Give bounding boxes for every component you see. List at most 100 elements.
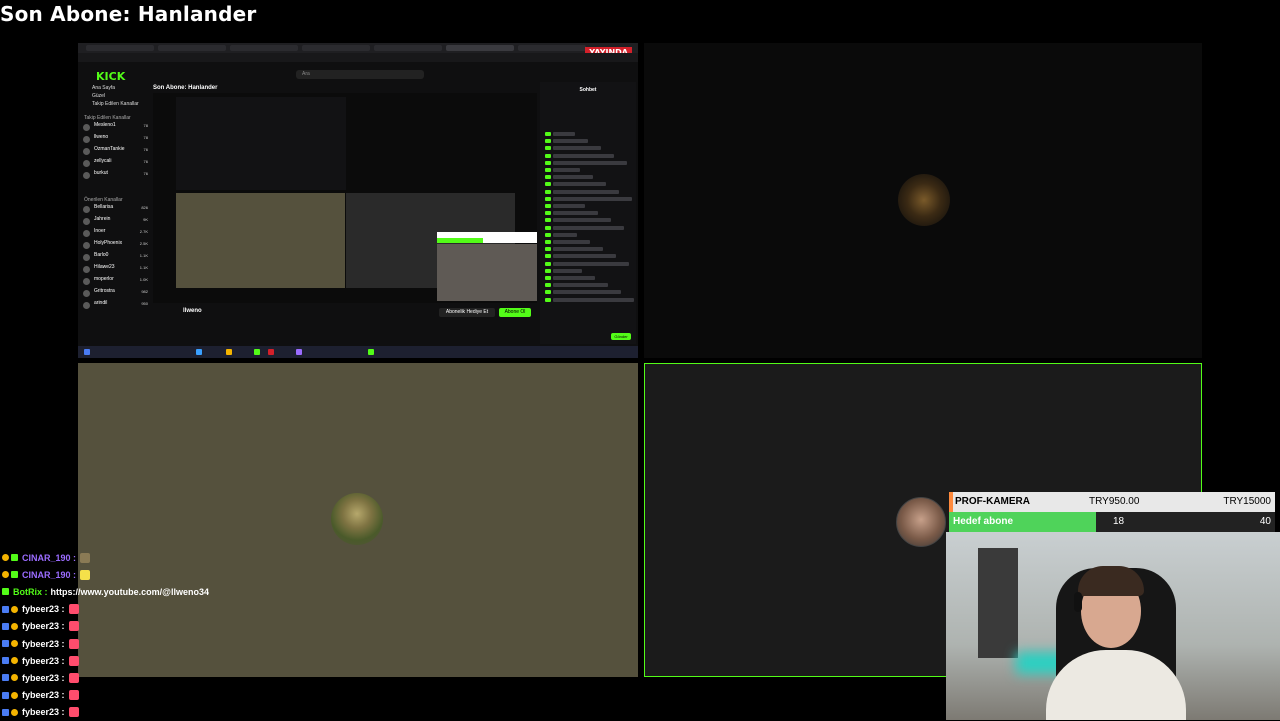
- donation-goal-label: PROF-KAMERA: [955, 496, 1030, 507]
- sidebar-item-following[interactable]: Takip Edilen Kanallar: [80, 100, 150, 108]
- channel-viewers: 76: [143, 147, 148, 152]
- nested-panel-game: [176, 193, 345, 288]
- taskbar-app-icon[interactable]: [254, 349, 260, 355]
- donation-goal-current: TRY950.00: [1089, 496, 1140, 507]
- taskbar-app-icon[interactable]: [368, 349, 374, 355]
- follow-button[interactable]: Abone Ol: [499, 308, 531, 317]
- nested-chat-message: [553, 139, 588, 144]
- channel-name: Inoer: [94, 228, 106, 234]
- channel-name: burkut: [94, 170, 108, 176]
- channel-name: HolyPhoenix: [94, 240, 123, 246]
- channel-avatar: [83, 148, 90, 155]
- nested-chat-message: [553, 297, 634, 302]
- sidebar-channel[interactable]: llweno 78: [80, 134, 150, 146]
- sub-goal-current: 18: [1113, 516, 1125, 527]
- nested-streamer-name[interactable]: llweno: [183, 308, 202, 314]
- browser-tab[interactable]: [230, 45, 298, 51]
- channel-viewers: 1.1K: [139, 265, 148, 270]
- sidebar-channel[interactable]: HolyPhoenix 2.5K: [80, 240, 150, 252]
- followed-channel-list: Mesleno1 78 llweno 78 OzmanTankie 76 zellycali…: [80, 122, 150, 182]
- nested-chat-badge: [545, 160, 551, 165]
- nested-chat-message: [553, 132, 575, 136]
- channel-avatar: [83, 278, 90, 285]
- nested-chat-badge: [545, 218, 551, 223]
- nested-chat-message: [553, 168, 580, 172]
- kick-sidebar: Ana Sayfa Güzel Takip Edilen Kanallar Ta…: [80, 84, 150, 352]
- chat-emote-icon: [68, 707, 79, 718]
- browser-tab[interactable]: [86, 45, 154, 51]
- chat-message: CINAR_190 :: [2, 566, 302, 583]
- browser-tab[interactable]: [302, 45, 370, 51]
- nested-chat-message: [553, 196, 632, 201]
- last-subscriber-title: Son Abone: Hanlander: [0, 2, 257, 26]
- followed-header: Takip Edilen Kanallar: [84, 115, 131, 121]
- nested-chat-badge: [545, 175, 551, 180]
- channel-viewers: 2.7K: [139, 229, 148, 234]
- sidebar-channel[interactable]: Barlo0 1.1K: [80, 252, 150, 264]
- nested-chat-message: [553, 153, 614, 158]
- browser-tab-active[interactable]: [446, 45, 514, 51]
- nested-chat-message: [553, 276, 595, 280]
- chat-message: fybeer23 :: [2, 704, 302, 721]
- sidebar-channel[interactable]: moperlor 1.0K: [80, 276, 150, 288]
- kick-logo[interactable]: KICK: [96, 70, 125, 83]
- sidebar-channel[interactable]: Jahrein 9K: [80, 216, 150, 228]
- goal-widget: PROF-KAMERA TRY950.00 TRY15000 Hedef abo…: [949, 492, 1275, 532]
- sidebar-item-browse[interactable]: Güzel: [80, 92, 150, 100]
- sub-goal-row: Hedef abone 18 40: [949, 512, 1275, 532]
- channel-viewers: 1.0K: [139, 277, 148, 282]
- sidebar-channel[interactable]: zellycali 76: [80, 158, 150, 170]
- donation-goal-row: PROF-KAMERA TRY950.00 TRY15000: [949, 492, 1275, 512]
- channel-viewers: 9K: [143, 217, 148, 222]
- gift-subscription-button[interactable]: Abonelik Hediye Et: [439, 308, 495, 317]
- browser-tab[interactable]: [518, 45, 586, 51]
- chat-send-button[interactable]: Gönder: [611, 333, 631, 340]
- user-badge-icon: [11, 657, 18, 665]
- sidebar-channel[interactable]: OzmanTankie 76: [80, 146, 150, 158]
- sidebar-item-home[interactable]: Ana Sayfa: [80, 84, 150, 92]
- sidebar-channel[interactable]: Bellarisa 826: [80, 204, 150, 216]
- browser-tab[interactable]: [374, 45, 442, 51]
- browser-tab[interactable]: [158, 45, 226, 51]
- chat-message: BotRix : https://www.youtube.com/@llweno3…: [2, 583, 302, 600]
- sidebar-channel[interactable]: Gritrostra 982: [80, 288, 150, 300]
- nested-chat-badge: [545, 211, 551, 216]
- nested-chat-badge: [545, 283, 551, 288]
- nested-chat-message: [553, 283, 608, 288]
- channel-viewers: 78: [143, 135, 148, 140]
- chat-username: fybeer23 :: [22, 604, 65, 615]
- taskbar-app-icon[interactable]: [296, 349, 302, 355]
- chat-emote-icon: [68, 672, 79, 683]
- taskbar-app-icon[interactable]: [196, 349, 202, 355]
- sidebar-channel[interactable]: Inoer 2.7K: [80, 228, 150, 240]
- sidebar-channel[interactable]: burkut 76: [80, 170, 150, 182]
- sidebar-channel[interactable]: arindil 950: [80, 300, 150, 312]
- nested-chat-message: [553, 268, 582, 273]
- chat-message: fybeer23 :: [2, 669, 302, 686]
- user-badge-icon: [2, 640, 9, 648]
- channel-avatar: [83, 290, 90, 297]
- webcam-feed: [946, 532, 1280, 720]
- chat-username: BotRix :: [13, 586, 48, 597]
- sidebar-channel[interactable]: Hilawe23 1.1K: [80, 264, 150, 276]
- user-badge-icon: [11, 708, 18, 716]
- taskbar-app-icon[interactable]: [268, 349, 274, 355]
- nested-chat-badge: [545, 196, 551, 201]
- nested-chat-badge: [545, 189, 551, 194]
- user-badge-icon: [2, 605, 9, 613]
- channel-avatar: [83, 206, 90, 213]
- browser-urlbar[interactable]: [78, 53, 638, 62]
- channel-viewers: 1.1K: [139, 253, 148, 258]
- channel-avatar: [83, 230, 90, 237]
- chat-message: fybeer23 :: [2, 635, 302, 652]
- sidebar-channel[interactable]: Mesleno1 78: [80, 122, 150, 134]
- kick-search-input[interactable]: Ara: [296, 70, 424, 79]
- nested-chat-message: [553, 189, 619, 194]
- nested-chat-badge: [545, 146, 551, 151]
- chat-message: fybeer23 :: [2, 652, 302, 669]
- channel-name: Bellarisa: [94, 204, 114, 210]
- channel-viewers: 950: [141, 301, 148, 306]
- nested-chat-message: [553, 211, 598, 216]
- taskbar-app-icon[interactable]: [226, 349, 232, 355]
- start-icon[interactable]: [84, 349, 90, 355]
